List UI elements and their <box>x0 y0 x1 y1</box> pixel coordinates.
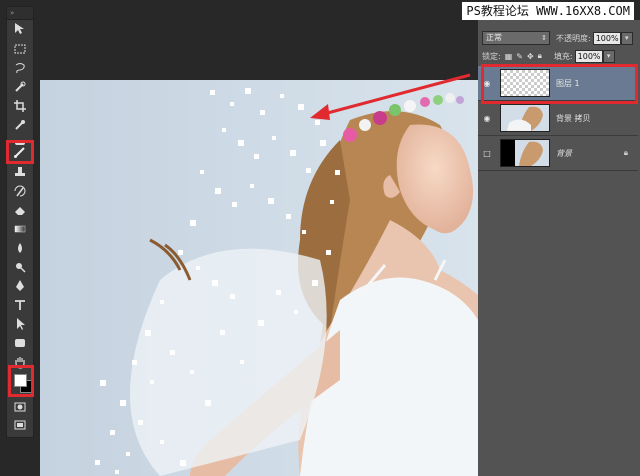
eraser-tool-icon[interactable] <box>10 202 30 218</box>
eyedropper-tool-icon[interactable] <box>10 117 30 133</box>
toolbox: » <box>6 6 34 438</box>
crop-tool-icon[interactable] <box>10 98 30 114</box>
layer-row[interactable]: ◉ 背景 拷贝 <box>478 101 638 136</box>
path-select-tool-icon[interactable] <box>10 316 30 332</box>
gradient-tool-icon[interactable] <box>10 221 30 237</box>
blend-opacity-row: 正常 ⇕ 不透明度: 100% ▾ <box>478 30 640 46</box>
move-tool-icon[interactable] <box>10 21 30 37</box>
layer-highlight <box>481 64 638 104</box>
layer-row[interactable]: □ 背景 🔒︎ <box>478 136 638 171</box>
opacity-dropdown-button[interactable]: ▾ <box>620 31 633 45</box>
fill-field[interactable]: 100% <box>574 49 603 63</box>
visibility-eye-icon[interactable]: ◉ <box>478 114 496 123</box>
type-tool-icon[interactable] <box>10 297 30 313</box>
lock-pixels-icon[interactable]: ✎ <box>516 52 523 61</box>
layer-name: 背景 <box>556 148 572 158</box>
layer-name: 背景 拷贝 <box>556 113 591 123</box>
pen-tool-icon[interactable] <box>10 278 30 294</box>
brush-tool-highlight <box>6 140 34 164</box>
annotation-arrow <box>310 73 471 120</box>
fill-label: 填充: <box>553 51 573 61</box>
clone-stamp-tool-icon[interactable] <box>10 164 30 180</box>
shape-tool-icon[interactable] <box>10 335 30 351</box>
lock-fill-row: 锁定: ▦ ✎ ✥ 🔒︎ 填充: 100% ▾ <box>478 48 640 64</box>
lock-label: 锁定: <box>482 51 501 61</box>
color-swatch-highlight <box>8 365 34 397</box>
watermark: PS教程论坛 WWW.16XX8.COM <box>462 2 634 20</box>
toolbox-grip[interactable]: » <box>7 7 33 20</box>
fill-dropdown-button[interactable]: ▾ <box>602 49 615 63</box>
document-canvas[interactable] <box>40 80 478 476</box>
lock-all-icon[interactable]: 🔒︎ <box>538 51 542 61</box>
opacity-label: 不透明度: <box>556 33 591 43</box>
blend-mode-dropdown[interactable]: 正常 ⇕ <box>482 31 550 45</box>
quick-select-tool-icon[interactable] <box>10 79 30 95</box>
history-brush-tool-icon[interactable] <box>10 183 30 199</box>
quick-mask-icon[interactable] <box>10 399 30 415</box>
lasso-tool-icon[interactable] <box>10 60 30 76</box>
dodge-tool-icon[interactable] <box>10 259 30 275</box>
visibility-toggle-empty[interactable]: □ <box>478 149 496 158</box>
blur-tool-icon[interactable] <box>10 240 30 256</box>
layer-thumbnail <box>500 139 550 167</box>
layer-thumbnail <box>500 104 550 132</box>
marquee-tool-icon[interactable] <box>10 41 30 57</box>
lock-position-icon[interactable]: ✥ <box>527 52 534 61</box>
opacity-field[interactable]: 100% <box>592 31 621 45</box>
layer-lock-icon: 🔒︎ <box>623 148 628 157</box>
canvas-image <box>40 80 478 476</box>
screen-mode-icon[interactable] <box>10 417 30 433</box>
lock-transparent-icon[interactable]: ▦ <box>505 52 513 61</box>
